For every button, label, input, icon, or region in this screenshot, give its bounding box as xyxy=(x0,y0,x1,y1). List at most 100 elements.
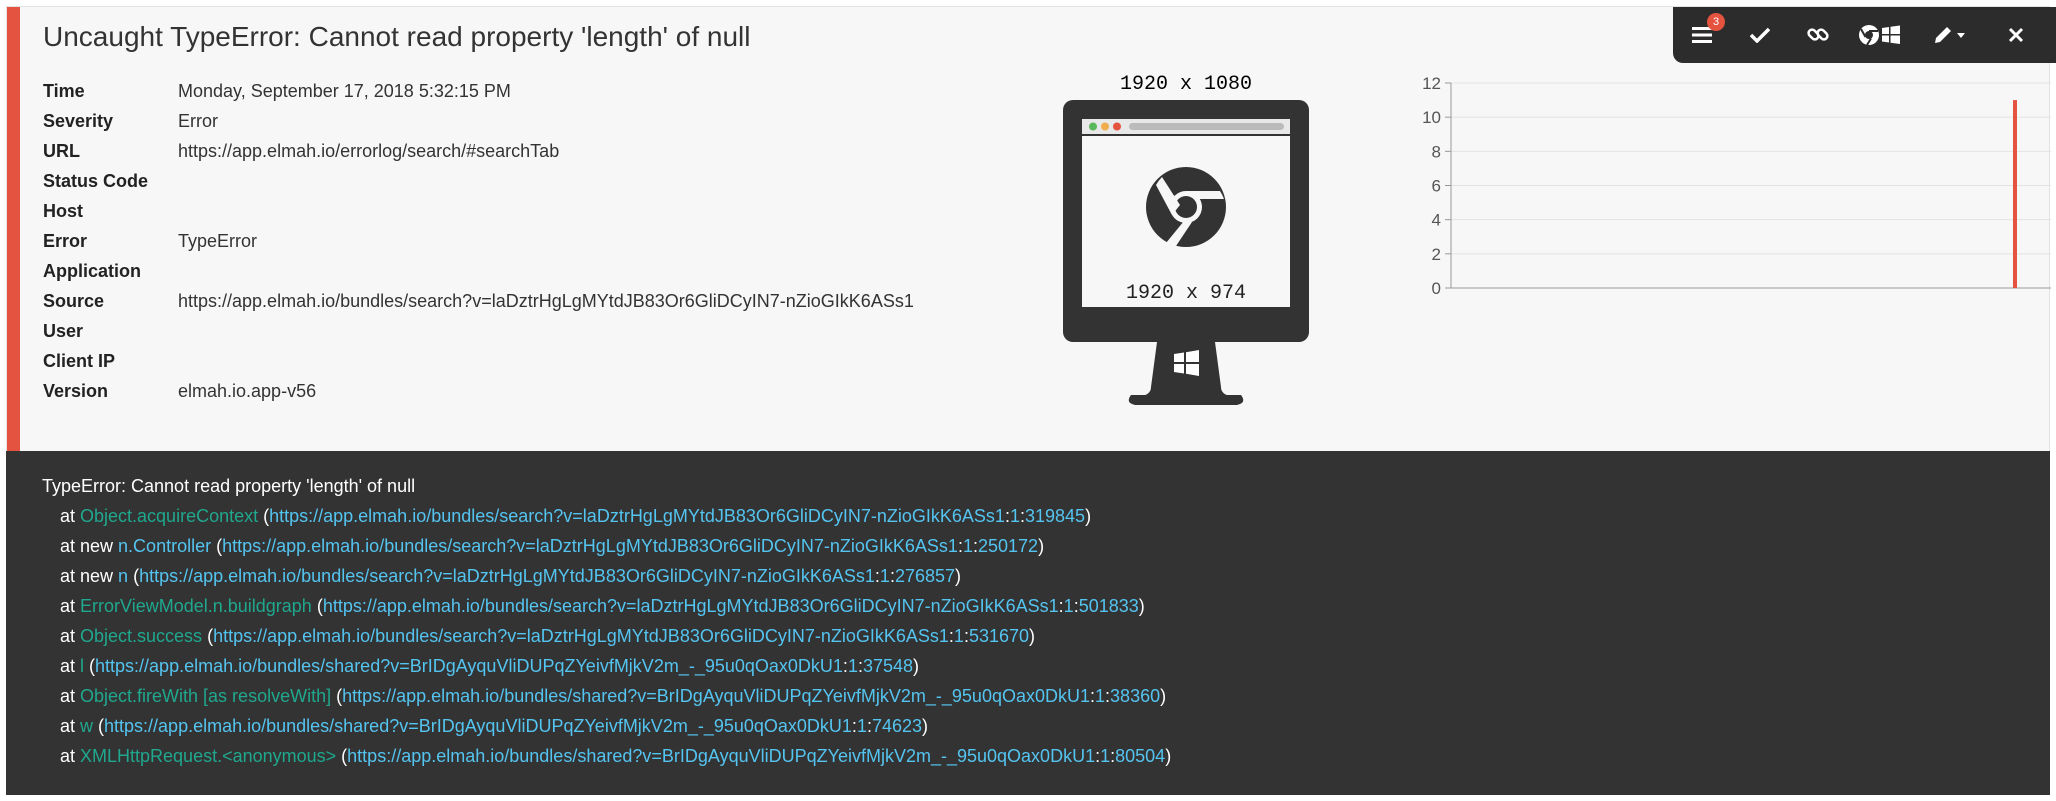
frame-line: 1 xyxy=(856,716,867,736)
frame-prefix: at new xyxy=(60,536,119,556)
viewport-resolution: 1920 x 974 xyxy=(1126,282,1246,305)
frame-prefix: at xyxy=(60,596,81,616)
detail-label: Version xyxy=(43,381,109,401)
detail-row: User xyxy=(43,316,914,346)
punctuation: ( xyxy=(84,656,96,676)
frame-url[interactable]: https://app.elmah.io/bundles/search?v=la… xyxy=(323,596,1059,616)
detail-value: https://app.elmah.io/errorlog/search/#se… xyxy=(178,141,560,161)
frame-url[interactable]: https://app.elmah.io/bundles/shared?v=Br… xyxy=(95,656,843,676)
device-illustration: 1920 x 1080 1920 x 974 xyxy=(1061,65,1311,405)
frame-url[interactable]: https://app.elmah.io/bundles/search?v=la… xyxy=(222,536,958,556)
browser-os-button[interactable] xyxy=(1847,7,1913,63)
frame-prefix: at xyxy=(60,686,81,706)
y-tick-label: 4 xyxy=(1432,211,1441,230)
frame-column: 250172 xyxy=(977,536,1039,556)
punctuation: ) xyxy=(922,716,929,736)
frame-prefix: at xyxy=(60,746,81,766)
y-tick-label: 10 xyxy=(1422,108,1441,127)
frame-prefix: at xyxy=(60,656,81,676)
frame-column: 531670 xyxy=(968,626,1030,646)
frame-url[interactable]: https://app.elmah.io/bundles/shared?v=Br… xyxy=(342,686,1090,706)
stack-frame: at ErrorViewModel.n.buildgraph (https://… xyxy=(42,591,2050,621)
y-tick-label: 6 xyxy=(1432,177,1441,196)
detail-label: URL xyxy=(43,141,80,161)
detail-row: Client IP xyxy=(43,346,914,376)
frame-line: 1 xyxy=(847,656,858,676)
frame-function[interactable]: ErrorViewModel.n.buildgraph xyxy=(80,596,312,616)
frame-column: 37548 xyxy=(862,656,914,676)
detail-row: Version elmah.io.app-v56 xyxy=(43,376,914,406)
frame-function[interactable]: Object.acquireContext xyxy=(80,506,258,526)
frame-function[interactable]: Object.fireWith [as resolveWith] xyxy=(80,686,331,706)
y-tick-label: 12 xyxy=(1422,74,1441,93)
close-icon xyxy=(2008,27,2024,43)
punctuation: ( xyxy=(336,746,348,766)
stack-trace-header: TypeError: Cannot read property 'length'… xyxy=(42,476,416,496)
punctuation: ( xyxy=(128,566,140,586)
detail-label: Severity xyxy=(43,111,114,131)
frame-url[interactable]: https://app.elmah.io/bundles/search?v=la… xyxy=(213,626,949,646)
frame-prefix: at xyxy=(60,506,81,526)
permalink-button[interactable] xyxy=(1789,7,1847,63)
detail-value: Error xyxy=(178,111,218,131)
punctuation: ( xyxy=(202,626,214,646)
frame-line: 1 xyxy=(1063,596,1074,616)
frame-prefix: at xyxy=(60,626,81,646)
detail-row: Application xyxy=(43,256,914,286)
frame-line: 1 xyxy=(953,626,964,646)
stack-frame: at new n.Controller (https://app.elmah.i… xyxy=(42,531,2050,561)
punctuation: ) xyxy=(1038,536,1045,556)
punctuation: ) xyxy=(1138,596,1145,616)
detail-value: https://app.elmah.io/bundles/search?v=la… xyxy=(178,291,914,311)
chrome-icon xyxy=(1146,167,1226,247)
occurrences-chart: 0 2 4 6 8 10 12 xyxy=(1411,73,2056,393)
severity-accent-bar xyxy=(7,7,20,452)
punctuation: ( xyxy=(331,686,343,706)
frame-function[interactable]: XMLHttpRequest.<anonymous> xyxy=(80,746,336,766)
check-icon xyxy=(1750,27,1770,43)
frame-function[interactable]: w xyxy=(80,716,93,736)
detail-row: Severity Error xyxy=(43,106,914,136)
close-button[interactable] xyxy=(1987,7,2045,63)
punctuation: ) xyxy=(1085,506,1092,526)
detail-label: Error xyxy=(43,231,88,251)
frame-url[interactable]: https://app.elmah.io/bundles/search?v=la… xyxy=(139,566,875,586)
punctuation: ( xyxy=(211,536,223,556)
notification-badge: 3 xyxy=(1707,13,1725,31)
frame-column: 501833 xyxy=(1078,596,1139,616)
edit-dropdown-button[interactable] xyxy=(1913,7,1987,63)
detail-row: Source https://app.elmah.io/bundles/searc… xyxy=(43,286,914,316)
frame-url[interactable]: https://app.elmah.io/bundles/search?v=la… xyxy=(269,506,1005,526)
toolbar: 3 xyxy=(1673,7,2056,63)
frame-column: 38360 xyxy=(1110,686,1161,706)
stack-frame: at l (https://app.elmah.io/bundles/share… xyxy=(42,651,2050,681)
frame-url[interactable]: https://app.elmah.io/bundles/shared?v=Br… xyxy=(347,746,1095,766)
punctuation: ) xyxy=(1160,686,1167,706)
punctuation: ) xyxy=(1165,746,1172,766)
stack-frame: at Object.success (https://app.elmah.io/… xyxy=(42,621,2050,651)
frame-line: 1 xyxy=(962,536,973,556)
frame-function[interactable]: Object.success xyxy=(80,626,202,646)
page-title: Uncaught TypeError: Cannot read property… xyxy=(43,21,751,52)
punctuation: ( xyxy=(93,716,105,736)
detail-label: User xyxy=(43,321,84,341)
detail-label: Time xyxy=(43,81,85,101)
punctuation: ) xyxy=(1029,626,1036,646)
stack-frame: at w (https://app.elmah.io/bundles/share… xyxy=(42,711,2050,741)
frame-function[interactable]: n xyxy=(118,566,128,586)
frame-line: 1 xyxy=(1100,746,1111,766)
detail-row: Time Monday, September 17, 2018 5:32:15 P… xyxy=(43,76,914,106)
frame-url[interactable]: https://app.elmah.io/bundles/shared?v=Br… xyxy=(104,716,852,736)
detail-label: Host xyxy=(43,201,83,221)
frame-column: 276857 xyxy=(894,566,956,586)
frame-line: 1 xyxy=(879,566,890,586)
detail-row: Status Code xyxy=(43,166,914,196)
frame-function[interactable]: n.Controller xyxy=(118,536,211,556)
y-tick-label: 2 xyxy=(1432,245,1441,264)
detail-label: Client IP xyxy=(43,351,116,371)
edit-icon xyxy=(1935,27,1965,43)
menu-button[interactable]: 3 xyxy=(1673,7,1731,63)
screen-resolution: 1920 x 1080 xyxy=(1120,73,1252,96)
mark-fixed-button[interactable] xyxy=(1731,7,1789,63)
frame-prefix: at xyxy=(60,716,81,736)
